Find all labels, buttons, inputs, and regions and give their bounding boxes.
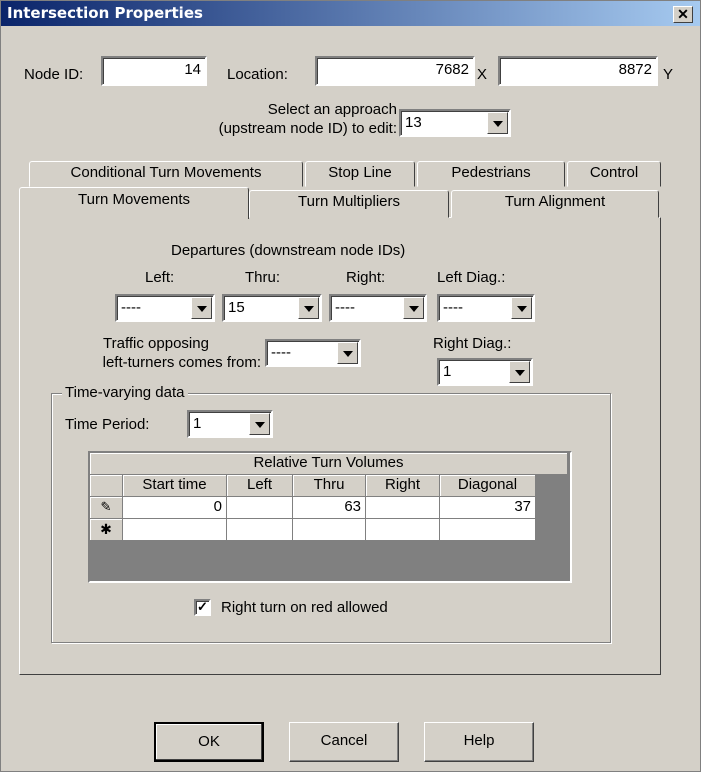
left-diag-departure-select[interactable]: ----: [437, 294, 535, 322]
node-id-label: Node ID:: [24, 66, 84, 83]
check-icon: ✓: [197, 599, 208, 614]
y-axis-label: Y: [663, 66, 674, 83]
new-row-icon: ✱: [90, 519, 123, 541]
time-period-label: Time Period:: [65, 416, 150, 433]
approach-value: 13: [405, 114, 422, 131]
approach-select[interactable]: 13: [399, 109, 511, 137]
right-departure-value: ----: [335, 299, 355, 316]
time-period-select[interactable]: 1: [187, 410, 273, 438]
tab-control[interactable]: Control: [567, 161, 661, 187]
chevron-down-icon[interactable]: [337, 342, 358, 364]
grid-cell-start-time[interactable]: [123, 519, 227, 541]
thru-departure-select[interactable]: 15: [222, 294, 322, 322]
column-header-left[interactable]: Left: [227, 475, 293, 497]
tab-stop-line[interactable]: Stop Line: [305, 161, 415, 187]
location-y-field[interactable]: 8872: [498, 56, 658, 86]
grid-cell-thru[interactable]: [293, 519, 366, 541]
chevron-down-icon[interactable]: [191, 297, 212, 319]
grid-cell-thru[interactable]: 63: [293, 497, 366, 519]
grid-cell-left[interactable]: [227, 497, 293, 519]
node-id-field[interactable]: 14: [101, 56, 207, 86]
right-turn-on-red-label[interactable]: Right turn on red allowed: [221, 599, 388, 617]
thru-departure-value: 15: [228, 299, 245, 316]
grid-cell-diagonal[interactable]: [440, 519, 536, 541]
approach-label-line2: (upstream node ID) to edit:: [218, 120, 397, 137]
right-diag-departure-value: 1: [443, 363, 452, 380]
departures-label: Departures (downstream node IDs): [171, 242, 406, 259]
help-button[interactable]: Help: [424, 722, 534, 762]
right-label: Right:: [346, 269, 386, 286]
column-header-start-time[interactable]: Start time: [123, 475, 227, 497]
column-header-right[interactable]: Right: [366, 475, 440, 497]
chevron-down-icon[interactable]: [509, 361, 530, 383]
tab-turn-alignment[interactable]: Turn Alignment: [451, 190, 659, 218]
left-diag-label: Left Diag.:: [437, 269, 506, 286]
tab-conditional-turn-movements[interactable]: Conditional Turn Movements: [29, 161, 303, 187]
approach-label-line1: Select an approach: [267, 101, 397, 118]
ok-button[interactable]: OK: [154, 722, 264, 762]
chevron-down-icon[interactable]: [298, 297, 319, 319]
time-varying-group-label: Time-varying data: [62, 384, 188, 402]
relative-turn-volumes-grid[interactable]: Relative Turn Volumes Start time Left Th…: [88, 451, 572, 583]
opposing-label-line2: left-turners comes from:: [102, 354, 261, 371]
tab-turn-movements[interactable]: Turn Movements: [19, 187, 249, 219]
left-diag-departure-value: ----: [443, 299, 463, 316]
opposing-traffic-value: ----: [271, 344, 291, 361]
grid-title: Relative Turn Volumes: [90, 453, 568, 475]
location-label: Location:: [227, 66, 288, 83]
x-axis-label: X: [477, 66, 488, 83]
right-diag-departure-select[interactable]: 1: [437, 358, 533, 386]
location-x-field[interactable]: 7682: [315, 56, 475, 86]
pencil-icon: ✎: [90, 497, 123, 519]
left-departure-value: ----: [121, 299, 141, 316]
left-departure-select[interactable]: ----: [115, 294, 215, 322]
close-button[interactable]: ✕: [673, 6, 693, 23]
grid-cell-right[interactable]: [366, 497, 440, 519]
right-diag-label: Right Diag.:: [433, 335, 512, 352]
right-turn-on-red-checkbox[interactable]: ✓: [194, 599, 211, 616]
right-departure-select[interactable]: ----: [329, 294, 427, 322]
chevron-down-icon[interactable]: [403, 297, 424, 319]
time-period-value: 1: [193, 415, 202, 432]
close-icon: ✕: [677, 6, 689, 22]
thru-label: Thru:: [245, 269, 281, 286]
opposing-traffic-select[interactable]: ----: [265, 339, 361, 367]
title-bar[interactable]: Intersection Properties ✕: [1, 1, 700, 26]
cancel-button[interactable]: Cancel: [289, 722, 399, 762]
grid-cell-right[interactable]: [366, 519, 440, 541]
chevron-down-icon[interactable]: [511, 297, 532, 319]
grid-cell-start-time[interactable]: 0: [123, 497, 227, 519]
chevron-down-icon[interactable]: [249, 413, 270, 435]
column-header-diagonal[interactable]: Diagonal: [440, 475, 536, 497]
grid-corner-cell: [90, 475, 123, 497]
grid-cell-diagonal[interactable]: 37: [440, 497, 536, 519]
left-label: Left:: [145, 269, 175, 286]
tab-pedestrians[interactable]: Pedestrians: [417, 161, 565, 187]
grid-cell-left[interactable]: [227, 519, 293, 541]
chevron-down-icon[interactable]: [487, 112, 508, 134]
column-header-thru[interactable]: Thru: [293, 475, 366, 497]
window-title: Intersection Properties: [7, 4, 203, 22]
intersection-properties-dialog: Intersection Properties ✕ Node ID: 14 Lo…: [0, 0, 701, 772]
tab-turn-multipliers[interactable]: Turn Multipliers: [249, 190, 449, 218]
opposing-label-line1: Traffic opposing: [103, 335, 209, 352]
